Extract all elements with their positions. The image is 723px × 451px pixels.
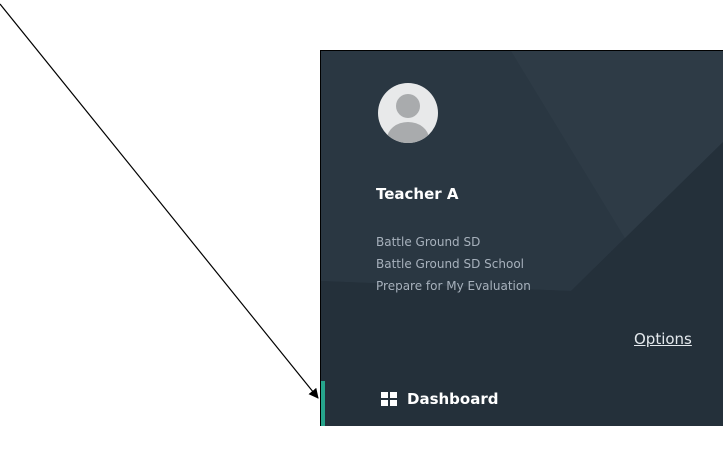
user-school: Battle Ground SD School	[376, 257, 524, 271]
user-task: Prepare for My Evaluation	[376, 279, 531, 293]
user-sidebar-panel: Teacher A Battle Ground SD Battle Ground…	[320, 50, 723, 426]
grid-icon	[381, 392, 397, 406]
active-indicator	[321, 381, 325, 426]
nav-item-dashboard[interactable]: Dashboard	[321, 381, 723, 426]
user-district: Battle Ground SD	[376, 235, 481, 249]
screenshot-stage: Teacher A Battle Ground SD Battle Ground…	[0, 0, 723, 451]
user-name: Teacher A	[376, 185, 459, 203]
user-avatar[interactable]	[378, 83, 438, 143]
person-icon	[387, 94, 429, 143]
nav-item-label: Dashboard	[407, 390, 499, 408]
options-link[interactable]: Options	[634, 330, 692, 348]
